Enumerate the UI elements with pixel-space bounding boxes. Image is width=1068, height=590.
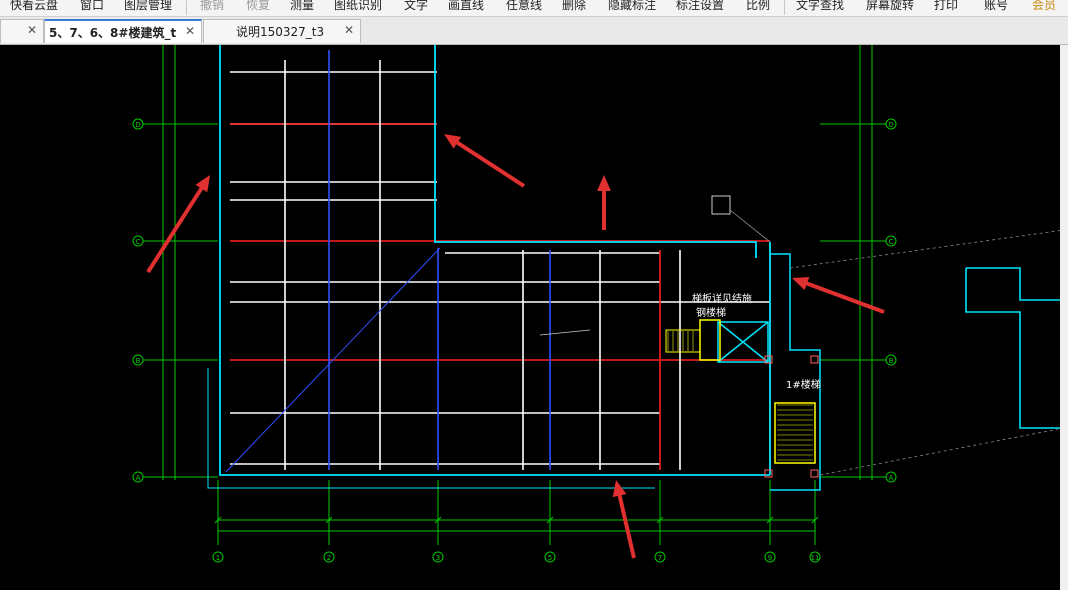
menu-item-recognize[interactable]: 图纸识别 [334, 0, 382, 15]
menu-item-text[interactable]: 文字 [404, 0, 428, 15]
canvas-background [0, 45, 1068, 590]
menu-item-member[interactable]: 会员 [1032, 0, 1056, 15]
axis-label-row-right: A [889, 474, 894, 482]
axis-label-row-left: A [136, 474, 141, 482]
axis-label-row-right: D [888, 121, 893, 129]
axis-label-col: 2 [327, 554, 331, 562]
menu-item-hidemark[interactable]: 隐藏标注 [608, 0, 656, 15]
menu-item-freeline[interactable]: 任意线 [506, 0, 542, 15]
menu-item-measure[interactable]: 测量 [290, 0, 314, 15]
tab-previous[interactable]: ✕ [0, 19, 44, 43]
axis-label-col: 7 [658, 554, 662, 562]
menu-item-window[interactable]: 窗口 [80, 0, 104, 15]
menu-item-findtext[interactable]: 文字查找 [796, 0, 844, 15]
menu-item-rotate[interactable]: 屏幕旋转 [866, 0, 914, 15]
axis-label-col: 3 [436, 554, 440, 562]
tab-notes-close-icon[interactable]: ✕ [344, 23, 354, 37]
tab-notes-label: 说明150327_t3 [236, 25, 325, 39]
menu-separator [186, 0, 187, 15]
stair-number-label: 1#楼梯 [786, 378, 821, 391]
tab-previous-close-icon[interactable]: ✕ [27, 23, 37, 37]
menu-item-print[interactable]: 打印 [934, 0, 958, 15]
axis-label-col: 5 [548, 554, 552, 562]
menu-item-account[interactable]: 账号 [984, 0, 1008, 15]
axis-label-col: 9 [768, 554, 772, 562]
menu-item-redo[interactable]: 恢复 [246, 0, 270, 15]
tab-building-plan[interactable]: 5、7、6、8#楼建筑_t3 ✕ [44, 19, 202, 43]
menu-item-line[interactable]: 画直线 [448, 0, 484, 15]
axis-label-row-left: B [136, 357, 141, 365]
axis-label-row-left: D [135, 121, 140, 129]
menu-item-marksettings[interactable]: 标注设置 [676, 0, 724, 15]
axis-label-col: 11 [811, 554, 820, 562]
tab-bar: ✕ 5、7、6、8#楼建筑_t3 ✕ 说明150327_t3 ✕ [0, 17, 1068, 45]
right-scrollbar[interactable] [1060, 45, 1068, 590]
tab-notes[interactable]: 说明150327_t3 ✕ [203, 19, 361, 43]
stair-title-label: 钢楼梯 [696, 306, 726, 319]
axis-label-row-right: C [889, 238, 894, 246]
tab-building-plan-label: 5、7、6、8#楼建筑_t3 [49, 26, 177, 40]
menu-item-layers[interactable]: 图层管理 [124, 0, 172, 15]
axis-label-col: 1 [216, 554, 220, 562]
menu-item-delete[interactable]: 删除 [562, 0, 586, 15]
menu-bar: 快看云盘 窗口 图层管理 撤销 恢复 测量 图纸识别 文字 画直线 任意线 删除 隐藏标注 标注设置 比例… [0, 0, 1068, 17]
menu-item-undo[interactable]: 撤销 [200, 0, 224, 15]
tab-building-plan-close-icon[interactable]: ✕ [185, 24, 195, 38]
floor-plan-drawing[interactable]: 1 2 3 5 7 9 11 D D C C B B A A 梯板详见结施钢楼梯 1#楼梯 [0, 45, 1068, 590]
stair-note-label: 梯板详见结施 [692, 292, 752, 305]
menu-separator [784, 0, 785, 15]
axis-label-row-left: C [136, 238, 141, 246]
menu-item-scale[interactable]: 比例 [746, 0, 770, 15]
drawing-canvas[interactable]: 1 2 3 5 7 9 11 D D C C B B A A 梯板详见结施 钢楼梯 1#楼梯 [0, 45, 1068, 590]
axis-label-row-right: B [889, 357, 894, 365]
menu-item-cloud[interactable]: 快看云盘 [10, 0, 58, 15]
